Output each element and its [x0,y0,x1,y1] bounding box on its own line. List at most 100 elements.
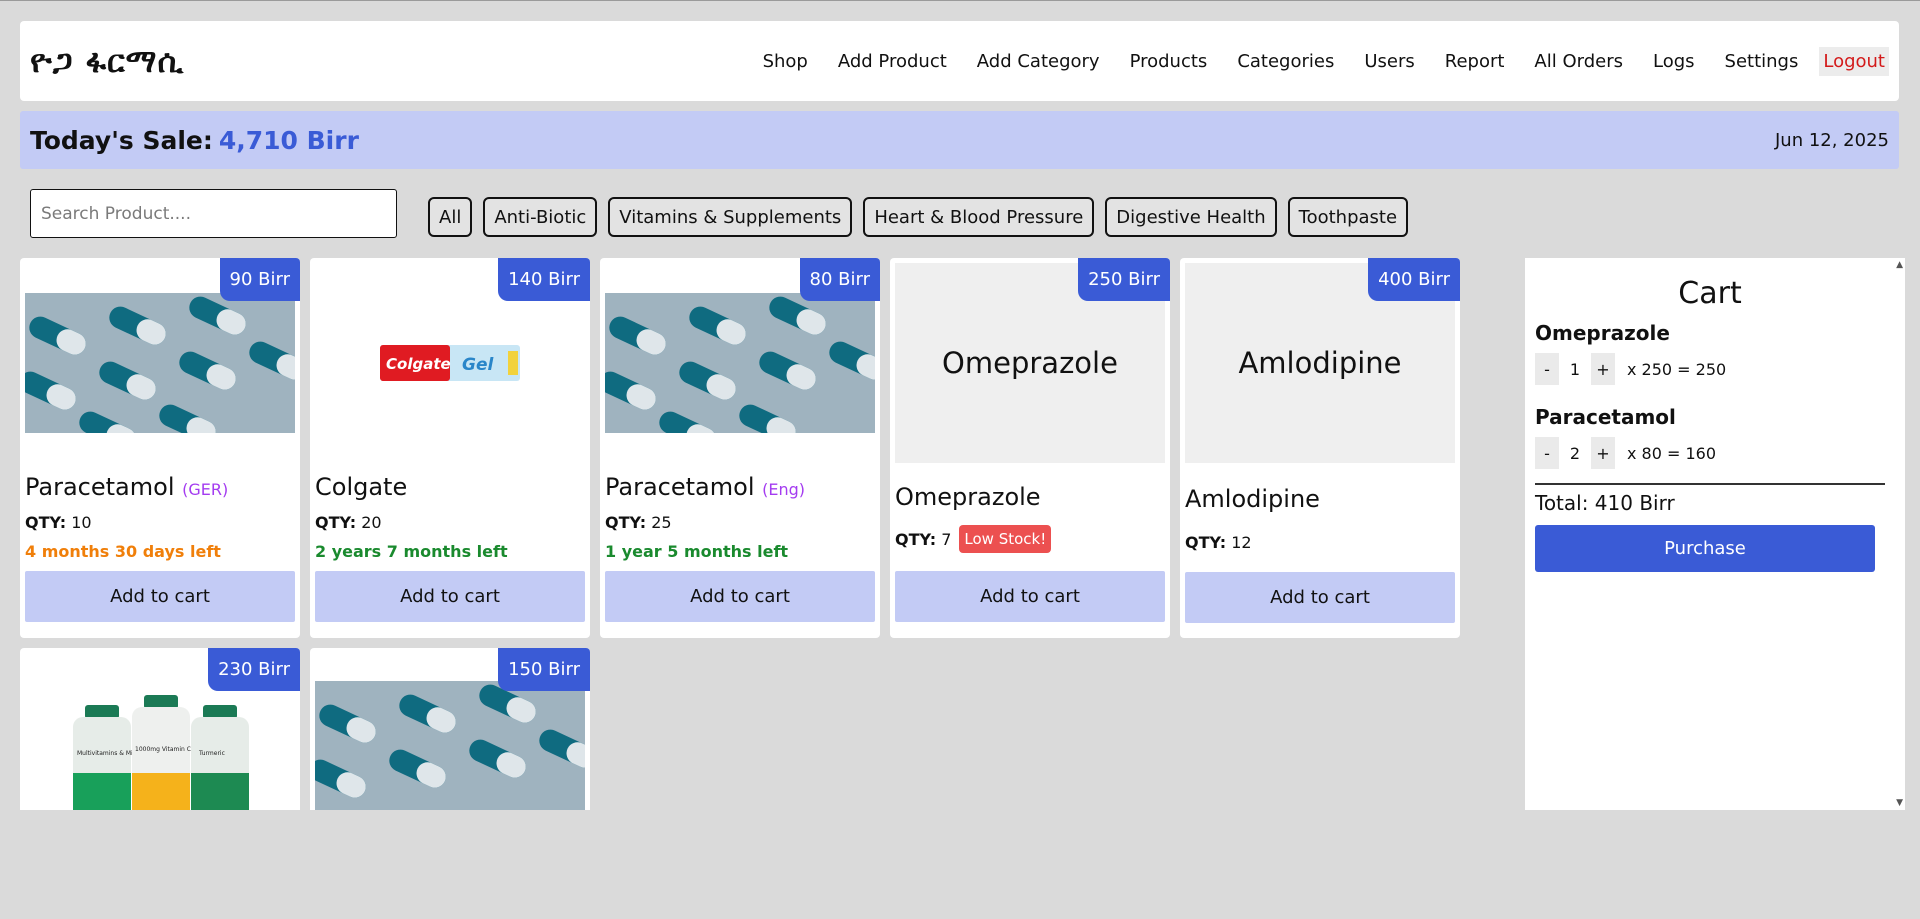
product-card: 80 Birr Paracetamol (Eng) QTY: 25 1 year… [600,258,880,638]
logout-link[interactable]: Logout [1819,46,1889,76]
pills-icon [25,293,295,433]
price-badge: 230 Birr [208,648,300,691]
product-name: Omeprazole [895,483,1041,511]
product-qty: QTY: 7 Low Stock! [895,525,1165,553]
bottle-label: 1000mg Vitamin C [135,746,191,753]
qty-value: 25 [651,513,672,532]
cart-item-row: - 2 + x 80 = 160 [1535,437,1885,469]
nav-report[interactable]: Report [1430,47,1520,76]
pills-icon [605,293,875,433]
product-name: Amlodipine [1185,485,1320,513]
cart-item-name: Omeprazole [1535,321,1670,345]
add-to-cart-button[interactable]: Add to cart [315,571,585,622]
nav-categories[interactable]: Categories [1222,47,1349,76]
nav-users[interactable]: Users [1349,47,1429,76]
add-to-cart-button[interactable]: Add to cart [605,571,875,622]
price-badge: 150 Birr [498,648,590,691]
product-qty: QTY: 12 [1185,533,1455,552]
product-card: 90 Birr Paracetamol (GER) QTY: 10 4 mont… [20,258,300,638]
filter-heart-blood-pressure[interactable]: Heart & Blood Pressure [863,197,1095,237]
cart-panel: ▲ ▼ Cart Omeprazole - 1 + x 250 = 250 Pa… [1525,258,1905,810]
main-nav: Shop Add Product Add Category Products C… [748,46,1889,76]
nav-products[interactable]: Products [1115,47,1223,76]
product-name-text: Paracetamol [25,473,175,501]
expiry-text: 1 year 5 months left [605,542,789,561]
expiry-text: 2 years 7 months left [315,542,508,561]
qty-label: QTY: [25,513,67,532]
nav-shop[interactable]: Shop [748,47,823,76]
scroll-down-arrow[interactable]: ▼ [1896,798,1903,808]
cart-item-subtotal: x 250 = 250 [1627,359,1727,379]
qty-value: 7 [941,529,952,549]
qty-value: 12 [1231,533,1252,552]
product-qty: QTY: 25 [605,513,875,532]
sale-date: Jun 12, 2025 [1774,129,1889,151]
increase-qty-button[interactable]: + [1591,437,1615,469]
qty-label: QTY: [315,513,357,532]
add-to-cart-button[interactable]: Add to cart [25,571,295,622]
supplement-bottles-icon: Multivitamins & Minerals 1000mg Vitamin … [73,695,249,810]
pills-icon [315,681,585,810]
colgate-brand: Colgate [386,355,451,373]
scroll-up-arrow[interactable]: ▲ [1896,260,1903,270]
product-qty: QTY: 20 [315,513,585,532]
price-badge: 80 Birr [799,258,880,301]
qty-label: QTY: [895,529,937,549]
price-badge: 400 Birr [1368,258,1460,301]
increase-qty-button[interactable]: + [1591,353,1615,385]
product-card: 400 Birr Amlodipine Amlodipine QTY: 12 A… [1180,258,1460,638]
filter-anti-biotic[interactable]: Anti-Biotic [483,197,598,237]
todays-sale-bar: Today's Sale: 4,710 Birr Jun 12, 2025 [20,111,1899,169]
category-filters: All Anti-Biotic Vitamins & Supplements H… [428,197,1409,237]
cart-item-row: - 1 + x 250 = 250 [1535,353,1885,385]
nav-add-category[interactable]: Add Category [962,47,1115,76]
expiry-text: 4 months 30 days left [25,542,221,561]
nav-add-product[interactable]: Add Product [823,47,962,76]
product-card: 230 Birr Multivitamins & Minerals 1000mg… [20,648,300,810]
nav-settings[interactable]: Settings [1710,47,1814,76]
cart-item-subtotal: x 80 = 160 [1627,443,1717,463]
purchase-button[interactable]: Purchase [1535,525,1875,572]
add-to-cart-button[interactable]: Add to cart [895,571,1165,622]
add-to-cart-button[interactable]: Add to cart [1185,572,1455,623]
bottle-label: Turmeric [198,750,225,757]
toothpaste-icon: Colgate Gel [380,345,520,381]
qty-value: 10 [71,513,92,532]
qty-value: 20 [361,513,382,532]
qty-label: QTY: [1185,533,1227,552]
cart-item-name: Paracetamol [1535,405,1676,429]
product-grid: 90 Birr Paracetamol (GER) QTY: 10 4 mont… [20,258,1470,810]
pharmacy-logo[interactable]: ዮጋ ፋርማሲ [30,42,184,81]
search-input[interactable] [30,189,397,238]
cart-total: Total: 410 Birr [1535,491,1675,515]
price-badge: 90 Birr [219,258,300,301]
low-stock-badge: Low Stock! [959,525,1052,553]
decrease-qty-button[interactable]: - [1535,437,1559,469]
product-name: Paracetamol (Eng) [605,473,875,501]
product-name-text: Paracetamol [605,473,755,501]
colgate-gel: Gel [462,355,494,375]
cart-title: Cart [1678,276,1742,311]
nav-all-orders[interactable]: All Orders [1519,47,1638,76]
product-tag: (GER) [182,480,229,499]
product-card: 250 Birr Omeprazole Omeprazole QTY: 7 Low… [890,258,1170,638]
cart-item-qty: 2 [1569,443,1581,463]
product-card: 150 Birr [310,648,590,810]
filter-toothpaste[interactable]: Toothpaste [1287,197,1409,237]
decrease-qty-button[interactable]: - [1535,353,1559,385]
filter-all[interactable]: All [428,197,473,237]
product-tag: (Eng) [762,480,806,499]
sale-value: 4,710 Birr [218,125,359,155]
todays-sale: Today's Sale: 4,710 Birr [30,126,359,155]
top-navbar: ዮጋ ፋርማሲ Shop Add Product Add Category Pr… [20,21,1899,101]
product-image: Multivitamins & Minerals 1000mg Vitamin … [25,688,295,810]
price-badge: 250 Birr [1078,258,1170,301]
window-top-border [0,0,1920,1]
nav-logs[interactable]: Logs [1638,47,1710,76]
product-qty: QTY: 10 [25,513,295,532]
filter-digestive-health[interactable]: Digestive Health [1105,197,1277,237]
price-badge: 140 Birr [498,258,590,301]
filter-vitamins-supplements[interactable]: Vitamins & Supplements [608,197,853,237]
product-name: Colgate [315,473,408,501]
product-card: 140 Birr Colgate Gel Colgate QTY: 20 2 y… [310,258,590,638]
